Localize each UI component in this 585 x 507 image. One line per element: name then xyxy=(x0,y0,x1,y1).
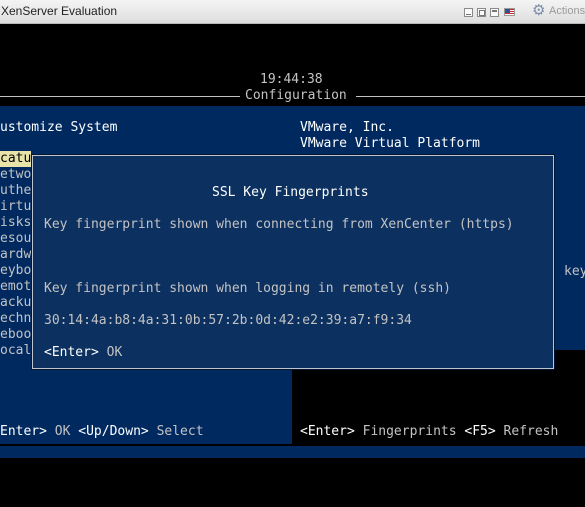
dialog-title: SSL Key Fingerprints xyxy=(212,185,369,200)
left-pane-title: ustomize System xyxy=(0,120,118,135)
header-rule-right xyxy=(356,96,585,97)
updown-key-hint: <Up/Down> xyxy=(78,424,149,439)
actions-menu[interactable]: Actions xyxy=(549,5,585,17)
menu-item[interactable]: irtu xyxy=(0,199,31,215)
console-screen[interactable]: 19:44:38 Configuration ustomize System c… xyxy=(0,24,585,507)
enter-action-label: OK xyxy=(54,424,71,439)
maximize-icon[interactable] xyxy=(490,7,499,17)
ssh-fingerprint-value: 30:14:4a:b8:4a:31:0b:57:2b:0d:42:e2:39:a… xyxy=(44,313,412,328)
refresh-key-hint: <F5> xyxy=(464,424,496,439)
restore-icon[interactable] xyxy=(477,7,486,17)
status-strip xyxy=(0,446,585,458)
dialog-ok-button[interactable]: <Enter> OK xyxy=(44,345,122,361)
left-footer: Enter> OK <Up/Down> Select xyxy=(0,424,204,440)
refresh-action-label: Refresh xyxy=(503,424,559,439)
window-controls xyxy=(464,6,515,18)
clock: 19:44:38 xyxy=(260,72,323,87)
fingerprints-action-label: Fingerprints xyxy=(362,424,457,439)
ssl-fingerprint-dialog: SSL Key Fingerprints Key fingerprint sho… xyxy=(32,155,554,369)
minimize-icon[interactable] xyxy=(464,7,473,17)
flag-icon[interactable] xyxy=(504,8,515,16)
menu-item[interactable]: eybo xyxy=(0,263,31,279)
ok-label: OK xyxy=(106,345,123,360)
manufacturer: VMware, Inc. xyxy=(300,120,394,135)
menu-item[interactable]: eboo xyxy=(0,327,31,343)
menu-item[interactable]: isks xyxy=(0,215,31,231)
updown-action-label: Select xyxy=(156,424,204,439)
fingerprints-key-hint: <Enter> xyxy=(300,424,355,439)
ssh-fingerprint-label: Key fingerprint shown when logging in re… xyxy=(44,281,451,296)
https-fingerprint-label: Key fingerprint shown when connecting fr… xyxy=(44,217,514,232)
menu-item[interactable]: ocal xyxy=(0,343,31,359)
window-title: XenServer Evaluation xyxy=(1,4,118,18)
config-header-title: Configuration xyxy=(245,88,347,103)
menu-item[interactable]: catu xyxy=(0,151,32,167)
menu-item[interactable]: esou xyxy=(0,231,31,247)
menu-item[interactable]: emot xyxy=(0,279,31,295)
enter-key-hint: Enter> xyxy=(0,424,47,439)
platform: VMware Virtual Platform xyxy=(300,136,481,151)
menu-item[interactable]: etwo xyxy=(0,167,31,183)
window-titlebar: XenServer Evaluation ⚙ Actions xyxy=(0,0,585,24)
right-footer: <Enter> Fingerprints <F5> Refresh xyxy=(300,424,558,440)
menu-item[interactable]: ardw xyxy=(0,247,31,263)
menu-item[interactable]: uthe xyxy=(0,183,31,199)
menu-item[interactable]: echn xyxy=(0,311,31,327)
menu-item[interactable]: acku xyxy=(0,295,31,311)
header-rule-left xyxy=(0,96,240,97)
gear-icon[interactable]: ⚙ xyxy=(532,3,547,18)
ok-key-hint: <Enter> xyxy=(44,345,99,360)
right-partial-text: key xyxy=(564,264,585,279)
